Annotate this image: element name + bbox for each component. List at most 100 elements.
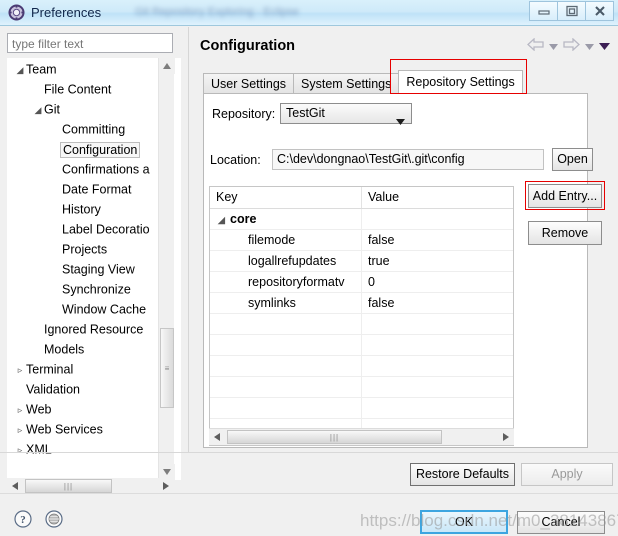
sidebar-item-models[interactable]: Models (8, 339, 164, 359)
tree-spacer[interactable] (32, 80, 44, 99)
ok-button[interactable]: OK (420, 510, 508, 534)
open-button[interactable]: Open (552, 148, 593, 171)
sidebar-item-xml[interactable]: ▹ XML (8, 439, 164, 459)
table-row[interactable]: symlinks false (210, 293, 513, 314)
tab-repository-settings[interactable]: Repository Settings (398, 70, 523, 94)
add-entry-button[interactable]: Add Entry... (528, 184, 602, 208)
location-field[interactable]: C:\dev\dongnao\TestGit\.git\config (272, 149, 544, 170)
sidebar-item-web[interactable]: ▹ Web (8, 399, 164, 419)
cancel-button[interactable]: Cancel (517, 511, 605, 534)
sidebar-item-label: Team (26, 62, 57, 77)
tree-spacer[interactable] (50, 180, 62, 199)
tree-spacer[interactable] (50, 120, 62, 139)
sidebar-item-team[interactable]: ◢ Team (8, 59, 164, 79)
expand-arrow-icon-open[interactable]: ◢ (218, 210, 230, 229)
sidebar-item-date-format[interactable]: Date Format (8, 179, 164, 199)
tree-spacer[interactable] (50, 280, 62, 299)
table-hscrollbar-thumb[interactable]: ||| (227, 430, 442, 444)
sidebar-item-web-services[interactable]: ▹ Web Services (8, 419, 164, 439)
restore-icon[interactable] (557, 1, 586, 21)
apply-button[interactable]: Apply (521, 463, 613, 486)
table-cell-key (210, 356, 362, 376)
table-horizontal-scrollbar[interactable]: ||| (209, 428, 514, 445)
expand-arrow-icon-closed[interactable]: ▹ (14, 440, 26, 459)
chevron-down-icon-forward[interactable] (585, 39, 594, 53)
tab-system-settings[interactable]: System Settings (293, 73, 400, 94)
tree-spacer[interactable] (32, 340, 44, 359)
sidebar-item-confirmations-a[interactable]: Confirmations a (8, 159, 164, 179)
forward-arrow-icon[interactable] (563, 37, 580, 54)
table-scroll-left-icon[interactable] (209, 429, 225, 445)
tree-spacer[interactable] (50, 240, 62, 259)
table-row[interactable]: repositoryformatv 0 (210, 272, 513, 293)
tree-spacer[interactable] (14, 380, 26, 399)
search-input[interactable]: type filter text (7, 33, 173, 53)
table-row-empty[interactable] (210, 398, 513, 419)
table-row[interactable]: logallrefupdates true (210, 251, 513, 272)
column-header-value[interactable]: Value (362, 187, 513, 208)
expand-arrow-icon-open[interactable]: ◢ (32, 100, 44, 119)
scroll-right-icon[interactable] (158, 478, 174, 494)
background-window-title: Git Repository Exploring - Eclipse (135, 6, 299, 18)
tree-vertical-scrollbar[interactable]: ≡ (158, 58, 175, 480)
back-arrow-icon[interactable] (527, 37, 544, 54)
repository-label: Repository: (212, 107, 276, 121)
table-row-empty[interactable] (210, 314, 513, 335)
repository-select[interactable]: TestGit (280, 103, 412, 125)
preferences-tree[interactable]: ◢ Team File Content ◢ Git Committing Config… (7, 58, 181, 480)
sidebar-item-label-decoratio[interactable]: Label Decoratio (8, 219, 164, 239)
column-header-key[interactable]: Key (210, 187, 362, 208)
sidebar-item-file-content[interactable]: File Content (8, 79, 164, 99)
tree-spacer[interactable] (50, 300, 62, 319)
tree-spacer[interactable] (32, 320, 44, 339)
help-icon[interactable]: ? (14, 510, 32, 531)
tree-spacer[interactable] (50, 220, 62, 239)
svg-text:?: ? (20, 514, 26, 526)
tree-horizontal-scrollbar[interactable]: ||| (7, 478, 174, 494)
sidebar-item-history[interactable]: History (8, 199, 164, 219)
sidebar-item-ignored-resource[interactable]: Ignored Resource (8, 319, 164, 339)
sidebar-item-configuration[interactable]: Configuration (8, 139, 164, 159)
expand-arrow-icon-open[interactable]: ◢ (14, 60, 26, 79)
title-bar: Git Repository Exploring - Eclipse Prefe… (0, 0, 618, 26)
restore-defaults-button[interactable]: Restore Defaults (410, 463, 515, 486)
sidebar-item-window-cache[interactable]: Window Cache (8, 299, 164, 319)
close-icon[interactable] (585, 1, 614, 21)
tree-spacer[interactable] (50, 260, 62, 279)
table-row[interactable]: ◢ core (210, 209, 513, 230)
expand-arrow-icon-closed[interactable]: ▹ (14, 400, 26, 419)
table-cell-key (210, 335, 362, 355)
table-row-empty[interactable] (210, 356, 513, 377)
sidebar-item-validation[interactable]: Validation (8, 379, 164, 399)
table-cell-value: true (368, 254, 390, 268)
sidebar-item-git[interactable]: ◢ Git (8, 99, 164, 119)
table-cell-value: false (368, 233, 395, 247)
sidebar-item-synchronize[interactable]: Synchronize (8, 279, 164, 299)
scroll-up-icon[interactable] (159, 58, 175, 74)
remove-button[interactable]: Remove (528, 221, 602, 245)
tab-user-settings[interactable]: User Settings (203, 73, 295, 94)
tree-spacer[interactable] (50, 200, 62, 219)
view-menu-icon[interactable] (599, 39, 610, 53)
sidebar-item-staging-view[interactable]: Staging View (8, 259, 164, 279)
globe-icon[interactable] (45, 510, 63, 531)
minimize-icon[interactable] (529, 1, 558, 21)
location-label: Location: (210, 153, 261, 167)
scroll-left-icon[interactable] (7, 478, 23, 494)
sidebar-item-terminal[interactable]: ▹ Terminal (8, 359, 164, 379)
expand-arrow-icon-closed[interactable]: ▹ (14, 360, 26, 379)
table-row-empty[interactable] (210, 377, 513, 398)
table-cell-key: repositoryformatv (210, 272, 362, 292)
config-table[interactable]: Key Value ◢ core filemode false logallrefupd… (209, 186, 514, 446)
table-scroll-right-icon[interactable] (498, 429, 514, 445)
tree-scrollbar-thumb[interactable]: ≡ (160, 328, 174, 408)
gear-icon (8, 4, 25, 21)
sidebar-item-projects[interactable]: Projects (8, 239, 164, 259)
chevron-down-icon-back[interactable] (549, 39, 558, 53)
tree-spacer[interactable] (50, 160, 62, 179)
expand-arrow-icon-closed[interactable]: ▹ (14, 420, 26, 439)
sidebar-item-committing[interactable]: Committing (8, 119, 164, 139)
table-row[interactable]: filemode false (210, 230, 513, 251)
table-row-empty[interactable] (210, 335, 513, 356)
tree-hscrollbar-thumb[interactable]: ||| (25, 479, 112, 493)
